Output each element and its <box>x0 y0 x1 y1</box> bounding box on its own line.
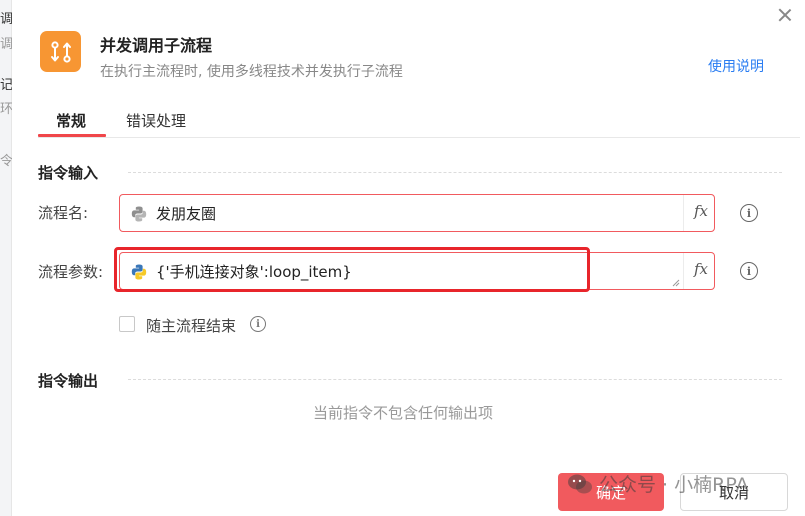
fx-button[interactable]: fx <box>694 260 708 278</box>
active-tab-indicator <box>38 134 106 137</box>
fx-button[interactable]: fx <box>694 202 708 220</box>
subflow-app-icon <box>40 31 81 72</box>
fx-divider <box>683 253 684 289</box>
info-icon[interactable]: i <box>740 262 758 280</box>
background-text: 调 <box>0 12 12 27</box>
dialog: 并发调用子流程 在执行主流程时, 使用多线程技术并发执行子流程 使用说明 常规 … <box>12 0 805 516</box>
annotation-highlight-box <box>114 247 590 292</box>
dialog-subtitle: 在执行主流程时, 使用多线程技术并发执行子流程 <box>100 64 403 80</box>
empty-output-text: 当前指令不包含任何输出项 <box>313 404 494 422</box>
section-divider <box>128 172 782 173</box>
background-text: 调 <box>0 37 12 52</box>
output-section-title: 指令输出 <box>38 372 99 390</box>
branch-icon <box>50 40 71 63</box>
flow-params-label: 流程参数: <box>38 263 104 281</box>
python-icon <box>131 206 147 222</box>
end-with-main-flow-checkbox[interactable] <box>119 316 135 332</box>
close-icon[interactable] <box>775 5 795 25</box>
flow-name-label: 流程名: <box>38 204 89 222</box>
dialog-title: 并发调用子流程 <box>100 36 213 55</box>
watermark: 公众号 · 小楠RPA <box>567 470 749 497</box>
help-link[interactable]: 使用说明 <box>708 56 764 76</box>
input-section-title: 指令输入 <box>38 164 99 182</box>
end-with-main-flow-label: 随主流程结束 <box>146 317 237 335</box>
info-icon[interactable]: i <box>250 316 266 332</box>
info-icon[interactable]: i <box>740 204 758 222</box>
fx-divider <box>683 195 684 231</box>
background-text: 环 <box>0 102 12 117</box>
resize-grip-icon[interactable] <box>672 279 680 287</box>
background-text: 令 <box>0 154 12 169</box>
watermark-text: 公众号 · 小楠RPA <box>599 474 749 496</box>
section-divider <box>128 379 782 380</box>
tab-error-handling[interactable]: 错误处理 <box>126 110 186 131</box>
page: 调 调 记 环 令 并发调用子流程 在执行主流程时, 使用多线程技术并发执行子流… <box>0 0 805 516</box>
tab-general[interactable]: 常规 <box>56 110 86 131</box>
tab-bar: 常规 错误处理 <box>38 106 800 138</box>
background-text: 记 <box>0 78 12 93</box>
wechat-icon <box>568 474 592 493</box>
flow-name-value: 发朋友圈 <box>156 205 217 223</box>
flow-name-input[interactable]: 发朋友圈 fx <box>119 194 715 232</box>
